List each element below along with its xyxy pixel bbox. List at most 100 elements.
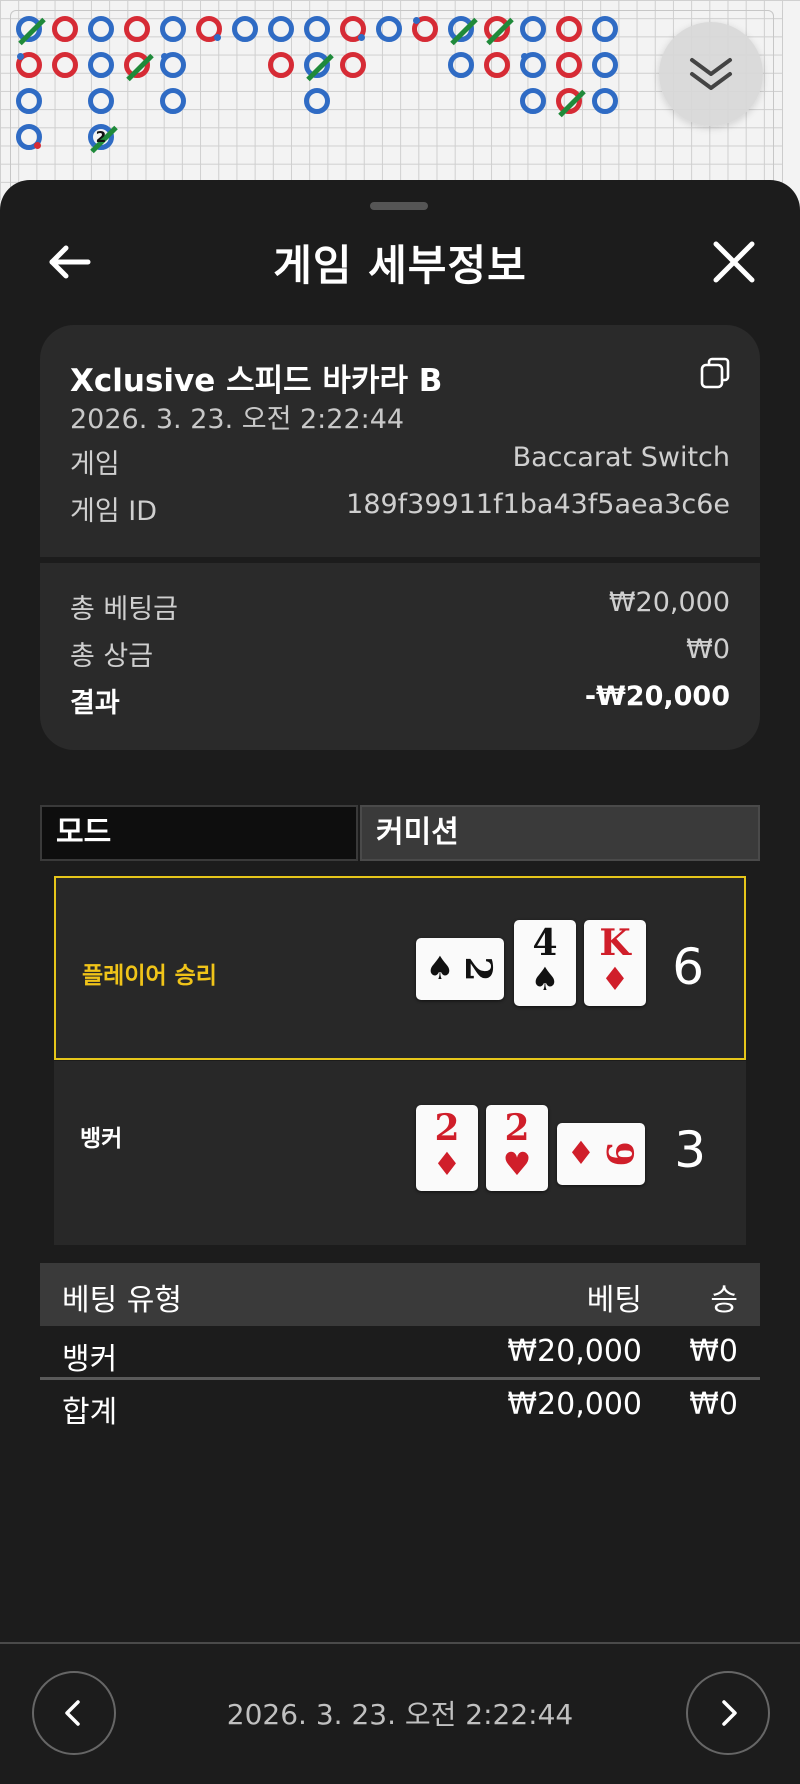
close-icon bbox=[713, 241, 755, 283]
page-title: 게임 세부정보 bbox=[273, 241, 527, 290]
total-win-value: ₩0 bbox=[686, 634, 730, 665]
player-result-row: 플레이어 승리 2 ♠ 4 ♠ K ♦ 6 bbox=[54, 876, 746, 1060]
table-total-row: 합계 ₩20,000 ₩0 bbox=[40, 1387, 760, 1435]
road-marker-banker bbox=[484, 16, 514, 46]
road-marker-player bbox=[304, 88, 330, 114]
road-marker-player bbox=[448, 52, 474, 78]
road-marker-player bbox=[160, 16, 186, 42]
next-round-button[interactable] bbox=[686, 1671, 770, 1755]
game-datetime: 2026. 3. 23. 오전 2:22:44 bbox=[70, 404, 405, 435]
road-marker-player bbox=[520, 52, 546, 78]
road-marker-player bbox=[592, 16, 618, 42]
player-result-label: 플레이어 승리 bbox=[82, 963, 217, 989]
table-divider bbox=[40, 1377, 760, 1380]
game-type-value: Baccarat Switch bbox=[512, 442, 730, 473]
bet-win-cell: ₩0 bbox=[689, 1334, 738, 1369]
bet-win-header: 승 bbox=[710, 1283, 738, 1318]
road-marker-player bbox=[304, 16, 330, 42]
road-marker-player bbox=[448, 16, 478, 46]
road-marker-player bbox=[88, 88, 114, 114]
game-id-label: 게임 ID bbox=[70, 496, 158, 527]
card-rank: 4 bbox=[532, 922, 558, 964]
result-label: 결과 bbox=[70, 688, 120, 719]
road-marker-banker bbox=[124, 16, 150, 42]
result-value: -₩20,000 bbox=[584, 681, 730, 712]
road-marker-player bbox=[592, 52, 618, 78]
road-marker-player bbox=[232, 16, 258, 42]
card-suit: ♦ bbox=[432, 1145, 462, 1183]
copy-icon bbox=[700, 357, 730, 389]
card-rank: 9 bbox=[598, 1141, 640, 1167]
card-suit: ♦ bbox=[600, 960, 630, 998]
total-win-cell: ₩0 bbox=[689, 1387, 738, 1422]
card-rank: 2 bbox=[504, 1107, 530, 1149]
road-marker-player bbox=[592, 88, 618, 114]
road-marker-banker bbox=[340, 52, 366, 78]
road-marker-player bbox=[268, 16, 294, 42]
playing-card: 2 ♦ bbox=[416, 1105, 478, 1191]
bet-type-header: 베팅 유형 bbox=[62, 1283, 182, 1318]
total-bet-value: ₩20,000 bbox=[608, 587, 730, 618]
footer-divider bbox=[0, 1642, 800, 1644]
road-marker-player bbox=[520, 88, 546, 114]
card-suit: ♥ bbox=[502, 1145, 532, 1183]
road-marker-banker bbox=[340, 16, 366, 42]
road-marker-player bbox=[16, 16, 46, 46]
card-rank: 2 bbox=[434, 1107, 460, 1149]
playing-card: 9 ♦ bbox=[557, 1123, 645, 1185]
card-suit: ♠ bbox=[530, 960, 560, 998]
bead-road-map: 2 bbox=[0, 0, 800, 200]
road-marker-player bbox=[376, 16, 402, 42]
road-map-side-panel bbox=[782, 10, 800, 200]
banker-result-label: 뱅커 bbox=[80, 1126, 123, 1152]
round-datetime: 2026. 3. 23. 오전 2:22:44 bbox=[226, 1698, 574, 1731]
game-details-sheet: 게임 세부정보 Xclusive 스피드 바카라 B 2026. 3. 23. … bbox=[0, 180, 800, 1784]
total-bet-cell: ₩20,000 bbox=[507, 1387, 642, 1422]
playing-card: K ♦ bbox=[584, 920, 646, 1006]
total-bet-label: 총 베팅금 bbox=[70, 594, 178, 625]
total-label: 합계 bbox=[62, 1395, 118, 1430]
bet-table-header: 베팅 유형 베팅 승 bbox=[40, 1263, 760, 1326]
chevron-double-down-icon bbox=[690, 58, 732, 90]
road-marker-banker bbox=[484, 52, 510, 78]
road-marker-player bbox=[520, 16, 546, 42]
road-marker-banker bbox=[16, 52, 42, 78]
road-marker-player bbox=[304, 52, 334, 82]
chevron-right-icon bbox=[722, 1700, 737, 1726]
road-marker-player bbox=[88, 16, 114, 42]
card-rank: K bbox=[599, 922, 631, 964]
road-marker-banker bbox=[124, 52, 154, 82]
road-marker-player bbox=[16, 124, 42, 150]
road-marker-player bbox=[88, 52, 114, 78]
close-button[interactable] bbox=[706, 234, 762, 290]
playing-card: 2 ♠ bbox=[416, 938, 504, 1000]
tab-commission[interactable]: 커미션 bbox=[360, 805, 760, 861]
bet-amount-header: 베팅 bbox=[586, 1283, 642, 1318]
tab-mode[interactable]: 모드 bbox=[40, 805, 358, 861]
game-id-row: 게임 ID 189f39911f1ba43f5aea3c6e bbox=[70, 489, 730, 528]
road-marker-player bbox=[160, 52, 186, 78]
player-score: 6 bbox=[672, 938, 704, 996]
bet-type-cell: 뱅커 bbox=[62, 1342, 118, 1377]
road-marker-banker bbox=[52, 52, 78, 78]
banker-result-row: 뱅커 2 ♦ 2 ♥ 9 ♦ 3 bbox=[54, 1061, 746, 1245]
playing-card: 4 ♠ bbox=[514, 920, 576, 1006]
sheet-drag-handle[interactable] bbox=[370, 202, 428, 210]
road-marker-banker bbox=[556, 88, 586, 118]
game-id-value[interactable]: 189f39911f1ba43f5aea3c6e bbox=[346, 489, 730, 520]
view-tabs: 모드 커미션 bbox=[40, 805, 760, 861]
road-marker-banker bbox=[268, 52, 294, 78]
road-marker-banker bbox=[556, 16, 582, 42]
copy-button[interactable] bbox=[698, 355, 734, 391]
total-bet-row: 총 베팅금 ₩20,000 bbox=[70, 587, 730, 626]
road-marker-banker bbox=[196, 16, 222, 42]
game-name: Xclusive 스피드 바카라 B bbox=[70, 363, 443, 399]
total-win-row: 총 상금 ₩0 bbox=[70, 634, 730, 673]
playing-card: 2 ♥ bbox=[486, 1105, 548, 1191]
table-row: 뱅커 ₩20,000 ₩0 bbox=[40, 1334, 760, 1382]
game-type-label: 게임 bbox=[70, 449, 120, 480]
card-rank: 2 bbox=[457, 956, 499, 982]
road-marker-player bbox=[160, 88, 186, 114]
card-suit: ♠ bbox=[425, 949, 455, 987]
collapse-roadmap-button[interactable] bbox=[659, 22, 763, 126]
